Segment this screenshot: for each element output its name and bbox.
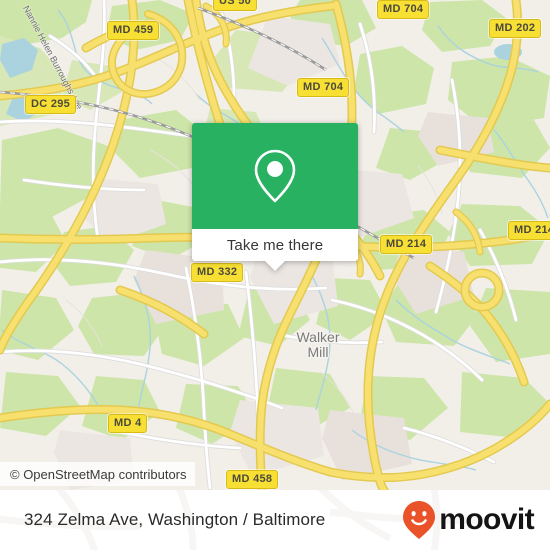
take-me-there-label: Take me there <box>226 236 324 254</box>
road-shield-md-704-mid: MD 704 <box>297 78 350 97</box>
moovit-pin-smiley-icon <box>403 501 436 539</box>
road-shield-md-704-north: MD 704 <box>377 0 430 19</box>
road-shield-md-458: MD 458 <box>226 470 279 489</box>
road-shield-md-332: MD 332 <box>191 263 244 282</box>
map-screenshot: .grn { fill:#cde5a8; } .grn2 { fill:#d7e… <box>0 0 550 550</box>
popup-tail-pointer <box>265 261 285 271</box>
road-shield-md-214-west: MD 214 <box>380 235 433 254</box>
address-label: 324 Zelma Ave, Washington / Baltimore <box>24 510 326 529</box>
road-shield-dc-295: DC 295 <box>25 95 77 114</box>
map-pin-icon <box>254 149 296 203</box>
moovit-logo[interactable]: moovit <box>402 500 535 540</box>
osm-attribution[interactable]: © OpenStreetMap contributors <box>0 462 195 486</box>
popup-footer[interactable]: Take me there <box>192 229 358 271</box>
osm-attribution-label: © OpenStreetMap contributors <box>10 466 187 482</box>
road-shield-md-459: MD 459 <box>107 21 160 40</box>
bottom-info-bar: 324 Zelma Ave, Washington / Baltimore mo… <box>0 490 550 550</box>
road-shield-md-4: MD 4 <box>108 414 148 433</box>
road-shield-us-50: US 50 <box>213 0 258 11</box>
destination-popup-card[interactable]: Take me there <box>192 123 358 271</box>
road-shield-md-202: MD 202 <box>489 19 542 38</box>
road-shield-md-214-east: MD 214 <box>508 221 550 240</box>
map-canvas[interactable]: .grn { fill:#cde5a8; } .grn2 { fill:#d7e… <box>0 0 550 490</box>
popup-header <box>192 123 358 229</box>
moovit-wordmark: moovit <box>439 503 534 536</box>
